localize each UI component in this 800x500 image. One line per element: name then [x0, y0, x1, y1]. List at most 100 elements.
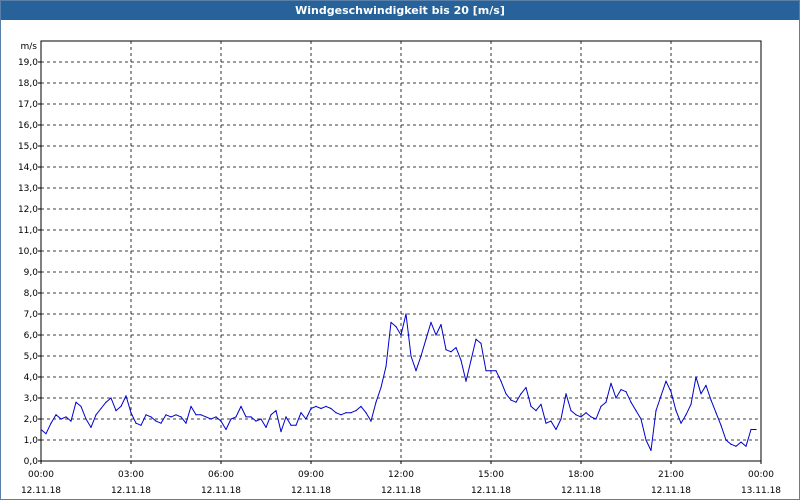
data-point [190, 405, 192, 407]
data-point [55, 414, 57, 416]
data-point [585, 412, 587, 414]
data-point [390, 321, 392, 323]
data-point [590, 416, 592, 418]
x-axis-ticks: 00:00 12.11.18 03:00 12.11.18 06:00 12.11.18 0… [21, 470, 781, 496]
data-point [260, 418, 262, 420]
data-point [170, 416, 172, 418]
data-point [50, 422, 52, 424]
data-point [475, 338, 477, 340]
data-point [280, 431, 282, 433]
data-point [235, 416, 237, 418]
y-axis-unit: m/s [21, 42, 38, 52]
y-tick-label: 16,0 [18, 121, 38, 131]
grid [41, 41, 761, 461]
data-point [70, 420, 72, 422]
data-point [315, 405, 317, 407]
data-point [420, 355, 422, 357]
y-tick-label: 11,0 [18, 226, 38, 236]
y-tick-label: 2,0 [24, 415, 39, 425]
y-tick-label: 7,0 [24, 310, 39, 320]
data-point [230, 418, 232, 420]
data-point [100, 407, 102, 410]
data-point [520, 393, 522, 395]
x-tick-date: 12.11.18 [111, 486, 151, 496]
data-point [445, 349, 447, 351]
y-tick-label: 15,0 [18, 142, 38, 152]
data-point [505, 393, 507, 395]
y-tick-label: 19,0 [18, 58, 38, 68]
data-point [395, 326, 397, 328]
data-point [425, 338, 427, 340]
data-point [600, 405, 602, 407]
data-point [490, 370, 492, 372]
data-point [295, 424, 297, 426]
data-point [275, 410, 277, 412]
data-point [750, 428, 752, 431]
data-point [330, 407, 332, 410]
data-point [400, 334, 402, 336]
y-tick-label: 14,0 [18, 163, 38, 173]
data-point [380, 386, 382, 389]
data-point [345, 412, 347, 414]
data-point [670, 391, 672, 393]
x-tick-date: 12.11.18 [651, 486, 691, 496]
data-point [655, 410, 657, 412]
x-tick-time: 18:00 [568, 470, 594, 480]
data-point [610, 382, 612, 384]
data-point [675, 410, 677, 412]
y-tick-label: 18,0 [18, 79, 38, 89]
data-point [560, 418, 562, 420]
data-point [550, 420, 552, 422]
x-tick-date: 12.11.18 [201, 486, 241, 496]
y-tick-label: 1,0 [24, 436, 39, 446]
data-point [665, 380, 667, 382]
data-point [725, 439, 727, 441]
data-point [405, 313, 407, 315]
data-point [200, 414, 202, 416]
data-point [40, 428, 42, 431]
y-tick-label: 12,0 [18, 205, 38, 215]
data-point [650, 449, 652, 452]
data-point [245, 416, 247, 418]
data-point [210, 418, 212, 420]
data-point [570, 410, 572, 412]
data-point [265, 426, 267, 428]
data-point [450, 351, 452, 353]
data-point [495, 370, 497, 372]
data-point [75, 401, 77, 403]
data-point [625, 391, 627, 393]
data-point [530, 405, 532, 407]
data-point [720, 424, 722, 426]
data-point [705, 384, 707, 386]
data-point [470, 359, 472, 361]
data-point [645, 439, 647, 441]
data-point [305, 418, 307, 420]
data-point [525, 386, 527, 389]
data-point [85, 418, 87, 420]
data-point [355, 410, 357, 412]
data-point [350, 412, 352, 414]
x-tick-date: 12.11.18 [561, 486, 601, 496]
data-point [565, 393, 567, 395]
y-axis-ticks: 0,0 1,0 2,0 3,0 4,0 5,0 6,0 7,0 8,0 9,0 10,0 11,0 12… [18, 58, 38, 467]
data-point [455, 347, 457, 349]
data-point [145, 414, 147, 416]
data-point [730, 443, 732, 445]
series [40, 313, 757, 452]
data-point [335, 412, 337, 414]
data-point [710, 399, 712, 401]
x-tick-date: 13.11.18 [741, 486, 781, 496]
data-point [605, 401, 607, 403]
x-tick-date: 12.11.18 [471, 486, 511, 496]
y-tick-label: 10,0 [18, 247, 38, 257]
data-point [540, 403, 542, 405]
data-point [285, 416, 287, 418]
y-tick-label: 5,0 [24, 352, 39, 362]
data-point [515, 401, 517, 403]
data-point [465, 380, 467, 382]
data-point [300, 412, 302, 414]
data-point [130, 412, 132, 414]
data-point [595, 418, 597, 420]
data-point [365, 412, 367, 414]
data-point [95, 414, 97, 416]
